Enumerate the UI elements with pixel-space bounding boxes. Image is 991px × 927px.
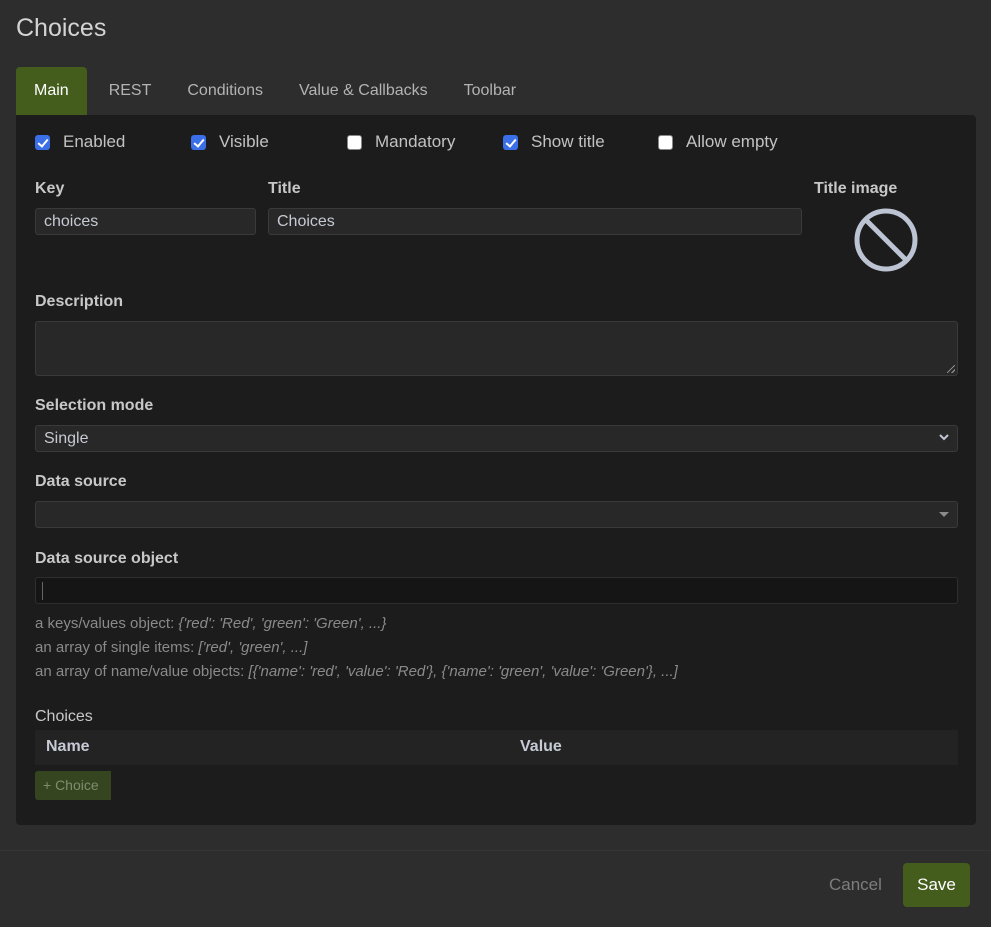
title-input[interactable]: Choices [268,208,802,235]
checkbox-label: Mandatory [375,132,456,151]
title-label: Title [268,180,301,197]
help-example: ['red', 'green', ...] [198,639,308,656]
checkbox-label: Visible [219,132,269,151]
resize-grip-icon[interactable] [947,365,955,373]
dialog-title: Choices [16,14,107,42]
checkbox-checked-icon[interactable] [191,134,206,150]
cancel-button[interactable]: Cancel [829,875,882,895]
help-example: [{'name': 'red', 'value': 'Red'}, {'name… [248,663,678,680]
enabled-checkbox[interactable]: Enabled [35,132,125,152]
mandatory-checkbox[interactable]: Mandatory [347,132,455,152]
visible-checkbox[interactable]: Visible [191,132,269,152]
tab-bar: Main REST Conditions Value & Callbacks T… [16,67,534,115]
choices-section-title: Choices [35,708,93,725]
checkbox-checked-icon[interactable] [35,134,50,150]
chevron-down-icon [939,434,949,441]
checkbox-label: Enabled [63,132,126,151]
tab-rest[interactable]: REST [87,67,170,115]
key-input[interactable]: choices [35,208,256,235]
no-image-icon[interactable] [853,207,919,273]
help-text: an array of single items: [35,639,199,656]
add-choice-button[interactable]: + Choice [35,771,111,800]
main-panel: Enabled Visible Mandatory Show title All… [16,115,976,825]
data-source-label: Data source [35,473,127,490]
checkbox-unchecked-icon[interactable] [347,134,362,150]
data-source-select[interactable] [35,501,958,528]
text-cursor [42,582,43,600]
help-keys-values: a keys/values object: {'red': 'Red', 'gr… [35,615,386,632]
selection-mode-value: Single [44,430,89,447]
allow-empty-checkbox[interactable]: Allow empty [658,132,778,152]
selection-mode-select[interactable]: Single [35,425,958,452]
caret-down-icon [939,512,949,517]
column-header-name: Name [46,738,90,755]
checkbox-unchecked-icon[interactable] [658,134,673,150]
help-single-items: an array of single items: ['red', 'green… [35,639,307,656]
data-source-object-input[interactable] [35,577,958,604]
checkbox-checked-icon[interactable] [503,134,518,150]
selection-mode-label: Selection mode [35,397,154,414]
help-text: a keys/values object: [35,615,179,632]
title-image-label: Title image [814,180,898,197]
checkbox-label: Show title [531,132,605,151]
tab-main[interactable]: Main [16,67,87,115]
help-name-value-objects: an array of name/value objects: [{'name'… [35,663,678,680]
choices-table-header: Name Value [35,730,958,765]
footer-divider [0,850,991,851]
help-text: an array of name/value objects: [35,663,249,680]
key-label: Key [35,180,65,197]
column-header-value: Value [520,738,562,755]
description-textarea[interactable] [35,321,958,376]
tab-value-callbacks[interactable]: Value & Callbacks [281,67,446,115]
tab-toolbar[interactable]: Toolbar [446,67,534,115]
tab-conditions[interactable]: Conditions [169,67,281,115]
save-button[interactable]: Save [903,863,970,907]
options-checkboxes: Enabled Visible Mandatory Show title All… [35,132,935,152]
description-label: Description [35,293,124,310]
show-title-checkbox[interactable]: Show title [503,132,605,152]
data-source-object-label: Data source object [35,550,179,567]
help-example: {'red': 'Red', 'green': 'Green', ...} [178,615,387,632]
checkbox-label: Allow empty [686,132,778,151]
